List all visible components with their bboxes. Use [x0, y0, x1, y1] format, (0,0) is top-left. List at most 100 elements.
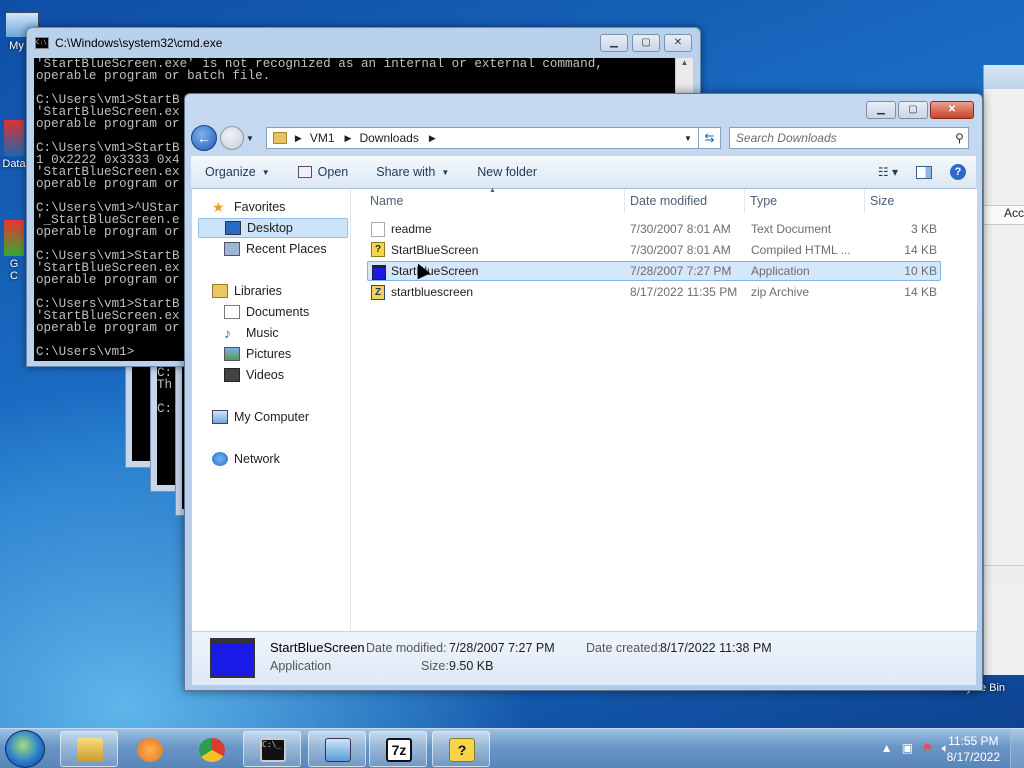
recent-pages-dropdown[interactable]: ▼	[246, 134, 254, 143]
search-input[interactable]: Search Downloads ⚲	[728, 127, 969, 149]
taskbar-media-player[interactable]	[120, 731, 178, 767]
navigation-bar: ← ▼ ▶ VM1 ▶ Downloads ▶ ▼ ⇆ Search Downl…	[191, 124, 976, 152]
details-created-label: Date created:	[586, 641, 662, 655]
taskbar-help[interactable]: ?	[432, 731, 490, 767]
nav-label: Favorites	[234, 200, 286, 214]
nav-my-computer[interactable]: My Computer	[198, 407, 348, 427]
breadcrumb-downloads[interactable]: Downloads	[359, 131, 418, 145]
show-desktop-button[interactable]	[1010, 729, 1024, 768]
details-file-name: StartBlueScreen	[270, 640, 365, 655]
back-button[interactable]: ←	[191, 125, 217, 151]
nav-label: Pictures	[246, 347, 292, 361]
view-options-icon[interactable]: ☷ ▾	[878, 165, 898, 179]
column-name[interactable]: Name	[370, 194, 403, 208]
libraries-icon	[212, 284, 228, 298]
file-type: Compiled HTML ...	[751, 243, 851, 257]
help-icon[interactable]: ?	[950, 164, 966, 180]
organize-button[interactable]: Organize ▼	[191, 165, 284, 179]
refresh-button[interactable]: ⇆	[698, 127, 721, 149]
column-date-modified[interactable]: Date modified	[630, 194, 707, 208]
desktop-icon-chrome[interactable]: G C	[2, 220, 26, 282]
clock-time: 11:55 PM	[948, 734, 999, 748]
folder-icon	[272, 132, 287, 144]
nav-libraries[interactable]: Libraries	[198, 281, 348, 301]
chm-file-icon: ?	[371, 242, 385, 257]
search-placeholder: Search Downloads	[735, 131, 837, 145]
taskbar-cmd[interactable]: C:\_	[243, 731, 301, 767]
explorer-icon	[77, 738, 103, 762]
column-size[interactable]: Size	[870, 194, 894, 208]
file-row[interactable]: readme 7/30/2007 8:01 AM Text Document 3…	[367, 219, 941, 239]
taskbar-chrome[interactable]	[182, 731, 240, 767]
clock-date: 8/17/2022	[946, 750, 1000, 764]
console-line: operable program or batch file.	[36, 69, 271, 83]
minimize-button[interactable]: ▁	[600, 34, 628, 52]
file-row-selected[interactable]: StartBlueScreen 7/28/2007 7:27 PM Applic…	[367, 261, 941, 281]
file-row[interactable]: Z startbluescreen 8/17/2022 11:35 PM zip…	[367, 282, 941, 302]
file-name: StartBlueScreen	[391, 243, 479, 257]
forward-button[interactable]	[220, 126, 244, 150]
app-file-icon	[372, 265, 386, 280]
nav-music[interactable]: ♪ Music	[198, 323, 348, 343]
system-tray: ▲ ▣ ⚑ 🔈︎	[881, 741, 949, 756]
network-status-icon[interactable]: ▣	[902, 741, 913, 756]
network-app-icon	[325, 738, 351, 762]
new-folder-button[interactable]: New folder	[463, 165, 551, 179]
open-label: Open	[317, 165, 349, 179]
taskbar-network-app[interactable]	[308, 731, 366, 767]
nav-label: Desktop	[247, 221, 293, 235]
data-icon	[4, 120, 24, 156]
breadcrumb-vm1[interactable]: VM1	[310, 131, 335, 145]
taskbar-7zip[interactable]: 7z	[369, 731, 427, 767]
address-dropdown-icon[interactable]: ▼	[684, 134, 692, 143]
share-label: Share with	[376, 165, 436, 179]
nav-desktop[interactable]: Desktop	[198, 218, 348, 238]
zip-file-icon: Z	[371, 285, 385, 300]
chrome-icon	[4, 220, 24, 256]
maximize-button[interactable]: ▢	[632, 34, 660, 52]
navigation-pane: ★ Favorites Desktop Recent Places Librari…	[192, 189, 351, 631]
maximize-button[interactable]: ▢	[898, 101, 928, 119]
command-bar: Organize ▼ Open Share with ▼ New folder ☷ …	[191, 156, 976, 189]
nav-recent-places[interactable]: Recent Places	[198, 239, 348, 259]
nav-favorites[interactable]: ★ Favorites	[198, 197, 348, 217]
desktop-icon-data[interactable]: Data	[2, 120, 26, 170]
file-size: 3 KB	[910, 222, 937, 236]
media-player-icon	[137, 738, 163, 762]
show-hidden-icons-icon[interactable]: ▲	[881, 741, 893, 756]
taskbar-explorer[interactable]	[60, 731, 118, 767]
file-name: readme	[391, 222, 432, 236]
close-button[interactable]: ✕	[664, 34, 692, 52]
desktop-icon-label: G C	[9, 258, 19, 282]
preview-pane-icon[interactable]	[916, 165, 932, 179]
nav-documents[interactable]: Documents	[198, 302, 348, 322]
details-modified-label: Date modified:	[366, 641, 447, 655]
explorer-window[interactable]: ▁ ▢ ✕ ← ▼ ▶ VM1 ▶ Downloads ▶ ▼ ⇆ Search…	[184, 93, 983, 691]
details-size-label: Size:	[421, 659, 449, 673]
clock[interactable]: 11:55 PM 8/17/2022	[947, 733, 1000, 765]
file-name: StartBlueScreen	[391, 264, 479, 278]
address-bar[interactable]: ▶ VM1 ▶ Downloads ▶ ▼	[265, 127, 699, 149]
file-type: Text Document	[751, 222, 832, 236]
file-size: 14 KB	[904, 285, 937, 299]
details-file-type: Application	[270, 659, 332, 673]
app-file-large-icon	[210, 638, 255, 678]
open-button[interactable]: Open	[284, 165, 363, 179]
share-with-button[interactable]: Share with ▼	[362, 165, 463, 179]
file-list[interactable]: Name ▲ Date modified Type Size readme 7/…	[351, 187, 977, 631]
column-type[interactable]: Type	[750, 194, 777, 208]
nav-network[interactable]: Network	[198, 449, 348, 469]
column-header-fragment: Acc	[1004, 206, 1024, 220]
help-icon: ?	[449, 738, 475, 762]
search-icon[interactable]: ⚲	[955, 131, 964, 145]
minimize-button[interactable]: ▁	[866, 101, 896, 119]
nav-label: My Computer	[234, 410, 310, 424]
close-button[interactable]: ✕	[930, 101, 974, 119]
start-button[interactable]	[5, 730, 45, 768]
background-window[interactable]: Acc	[983, 65, 1024, 675]
nav-label: Recent Places	[246, 242, 327, 256]
nav-pictures[interactable]: Pictures	[198, 344, 348, 364]
action-center-icon[interactable]: ⚑	[922, 741, 933, 756]
file-row[interactable]: ? StartBlueScreen 7/30/2007 8:01 AM Comp…	[367, 240, 941, 260]
nav-videos[interactable]: Videos	[198, 365, 348, 385]
